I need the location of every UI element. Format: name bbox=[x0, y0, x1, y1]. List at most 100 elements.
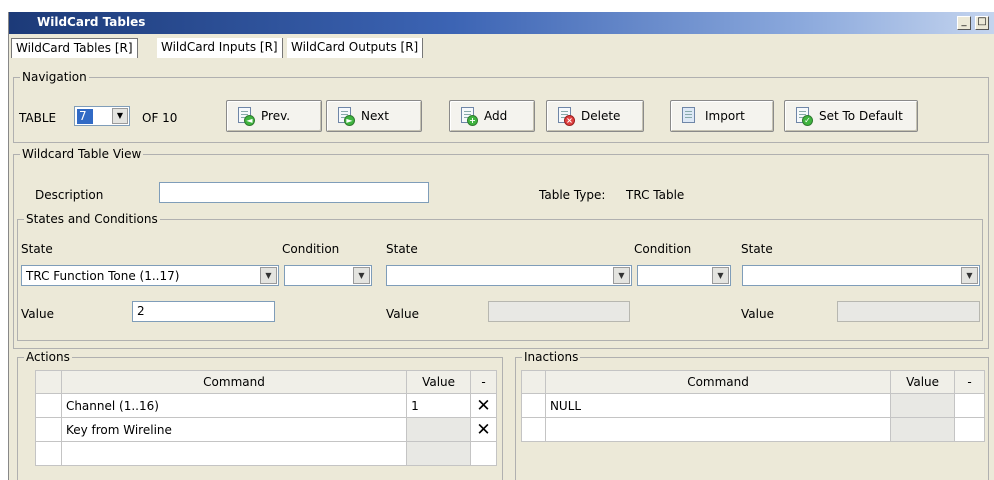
import-button-label: Import bbox=[705, 109, 745, 123]
table-label: TABLE bbox=[19, 111, 57, 125]
delete-row-icon[interactable]: ✕ bbox=[470, 417, 497, 442]
table-count-label: OF 10 bbox=[142, 111, 178, 125]
delete-cell bbox=[954, 393, 985, 418]
set-to-default-button[interactable]: ✓ Set To Default bbox=[784, 100, 918, 132]
value-cell[interactable]: 1 bbox=[406, 393, 472, 418]
inactions-header-row: Command Value - bbox=[521, 370, 985, 394]
table-row[interactable]: Key from Wireline ✕ bbox=[35, 417, 497, 442]
chevron-down-icon[interactable]: ▼ bbox=[961, 267, 978, 284]
prev-button-label: Prev. bbox=[261, 109, 291, 123]
value-cell bbox=[890, 417, 956, 442]
actions-table: Command Value - Channel (1..16) 1 ✕ Key … bbox=[35, 370, 497, 466]
wildcard-tables-window: WildCard Tables _ □ WildCard Tables [R] … bbox=[8, 12, 994, 480]
state-1-value: TRC Function Tone (1..17) bbox=[26, 269, 180, 283]
window-title: WildCard Tables bbox=[37, 15, 146, 29]
state-3-select[interactable]: ▼ bbox=[742, 265, 980, 286]
set-to-default-button-label: Set To Default bbox=[819, 109, 903, 123]
command-cell[interactable]: NULL bbox=[544, 393, 892, 418]
condition-1-label: Condition bbox=[282, 242, 340, 256]
table-type-value: TRC Table bbox=[626, 188, 685, 202]
condition-1-select[interactable]: ▼ bbox=[284, 265, 372, 286]
add-icon: + bbox=[460, 106, 478, 126]
tab-wildcard-outputs[interactable]: WildCard Outputs [R] bbox=[287, 38, 424, 58]
minus-column-header[interactable]: - bbox=[954, 370, 985, 394]
inactions-table: Command Value - NULL bbox=[521, 370, 985, 442]
set-default-icon: ✓ bbox=[795, 106, 813, 126]
command-cell[interactable] bbox=[60, 441, 408, 466]
tab-wildcard-inputs[interactable]: WildCard Inputs [R] bbox=[157, 38, 283, 58]
chevron-down-icon[interactable]: ▼ bbox=[613, 267, 630, 284]
tab-strip: WildCard Tables [R] WildCard Inputs [R] … bbox=[9, 36, 994, 58]
minimize-button[interactable]: _ bbox=[957, 16, 971, 30]
navigation-group-label: Navigation bbox=[20, 70, 89, 84]
value-1-input[interactable]: 2 bbox=[132, 301, 275, 322]
value-3-input bbox=[837, 301, 980, 322]
prev-icon: ◄ bbox=[237, 106, 255, 126]
states-conditions-label: States and Conditions bbox=[24, 212, 160, 226]
value-1-label: Value bbox=[21, 307, 54, 321]
import-icon bbox=[681, 106, 699, 126]
maximize-button[interactable]: □ bbox=[975, 16, 989, 30]
delete-row-icon[interactable]: ✕ bbox=[470, 393, 497, 418]
chevron-down-icon[interactable]: ▼ bbox=[112, 108, 128, 124]
chevron-down-icon[interactable]: ▼ bbox=[353, 267, 370, 284]
table-row[interactable]: Channel (1..16) 1 ✕ bbox=[35, 393, 497, 418]
tab-wildcard-tables[interactable]: WildCard Tables [R] bbox=[11, 38, 138, 58]
value-cell bbox=[406, 417, 472, 442]
add-button[interactable]: + Add bbox=[449, 100, 535, 132]
chevron-down-icon[interactable]: ▼ bbox=[712, 267, 729, 284]
state-1-label: State bbox=[21, 242, 53, 256]
table-row[interactable] bbox=[35, 441, 497, 466]
state-1-select[interactable]: TRC Function Tone (1..17) ▼ bbox=[21, 265, 279, 286]
prev-button[interactable]: ◄ Prev. bbox=[226, 100, 322, 132]
condition-2-select[interactable]: ▼ bbox=[637, 265, 731, 286]
chevron-down-icon[interactable]: ▼ bbox=[260, 267, 277, 284]
table-number-select[interactable]: 7 ▼ bbox=[74, 106, 130, 126]
import-button[interactable]: Import bbox=[670, 100, 774, 132]
row-header-cell[interactable] bbox=[35, 393, 62, 418]
add-button-label: Add bbox=[484, 109, 508, 123]
row-header-cell[interactable] bbox=[35, 441, 62, 466]
value-cell bbox=[890, 393, 956, 418]
delete-cell bbox=[954, 417, 985, 442]
next-button-label: Next bbox=[361, 109, 389, 123]
table-type-label: Table Type: bbox=[539, 188, 606, 202]
delete-button[interactable]: × Delete bbox=[546, 100, 644, 132]
value-2-label: Value bbox=[386, 307, 419, 321]
description-label: Description bbox=[35, 188, 104, 202]
value-2-input bbox=[488, 301, 630, 322]
command-column-header[interactable]: Command bbox=[60, 370, 408, 394]
value-column-header[interactable]: Value bbox=[406, 370, 472, 394]
value-cell bbox=[406, 441, 472, 466]
command-column-header[interactable]: Command bbox=[544, 370, 892, 394]
delete-cell bbox=[470, 441, 497, 466]
actions-label: Actions bbox=[24, 350, 72, 364]
state-2-label: State bbox=[386, 242, 418, 256]
row-header-cell bbox=[35, 370, 62, 394]
minus-column-header[interactable]: - bbox=[470, 370, 497, 394]
delete-button-label: Delete bbox=[581, 109, 621, 123]
inactions-label: Inactions bbox=[522, 350, 581, 364]
value-column-header[interactable]: Value bbox=[890, 370, 956, 394]
table-number-value: 7 bbox=[77, 109, 93, 124]
next-button[interactable]: ► Next bbox=[326, 100, 422, 132]
row-header-cell[interactable] bbox=[35, 417, 62, 442]
row-header-cell[interactable] bbox=[521, 417, 546, 442]
command-cell[interactable]: Key from Wireline bbox=[60, 417, 408, 442]
state-3-label: State bbox=[741, 242, 773, 256]
row-header-cell bbox=[521, 370, 546, 394]
delete-icon: × bbox=[557, 106, 575, 126]
actions-header-row: Command Value - bbox=[35, 370, 497, 394]
title-bar: WildCard Tables _ □ bbox=[9, 12, 994, 34]
command-cell[interactable]: Channel (1..16) bbox=[60, 393, 408, 418]
table-row[interactable] bbox=[521, 417, 985, 442]
condition-2-label: Condition bbox=[634, 242, 692, 256]
table-row[interactable]: NULL bbox=[521, 393, 985, 418]
value-3-label: Value bbox=[741, 307, 774, 321]
next-icon: ► bbox=[337, 106, 355, 126]
command-cell[interactable] bbox=[544, 417, 892, 442]
row-header-cell[interactable] bbox=[521, 393, 546, 418]
description-input[interactable] bbox=[159, 182, 429, 203]
wildcard-table-view-label: Wildcard Table View bbox=[20, 147, 144, 161]
state-2-select[interactable]: ▼ bbox=[386, 265, 632, 286]
